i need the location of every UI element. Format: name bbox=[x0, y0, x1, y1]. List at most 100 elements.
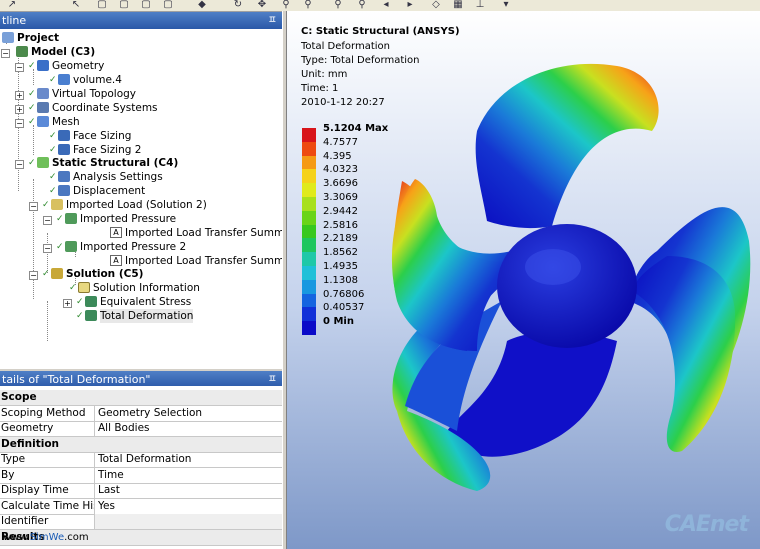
check-icon: ✓ bbox=[76, 311, 84, 321]
previous-view-icon[interactable]: ◂ bbox=[380, 0, 392, 10]
axis-icon[interactable]: ⊥ bbox=[474, 0, 486, 10]
select-body-icon[interactable]: ▢ bbox=[162, 0, 174, 10]
wireframe-icon[interactable]: ▦ bbox=[452, 0, 464, 10]
expand-icon[interactable]: + bbox=[15, 105, 24, 114]
tree-item-project[interactable]: Project bbox=[2, 31, 59, 45]
collapse-icon[interactable]: − bbox=[43, 244, 52, 253]
property-name: Scoping Method bbox=[1, 406, 95, 421]
result-icon bbox=[85, 310, 97, 321]
tree-item-imported-load[interactable]: ✓ Imported Load (Solution 2) bbox=[42, 198, 207, 212]
check-icon: ✓ bbox=[28, 103, 36, 113]
property-value[interactable]: Time bbox=[98, 468, 124, 483]
text-icon: A bbox=[110, 255, 122, 266]
mesh-icon bbox=[37, 116, 49, 127]
check-icon: ✓ bbox=[56, 242, 64, 252]
tree-item-coordinate-systems[interactable]: ✓ Coordinate Systems bbox=[28, 101, 158, 115]
details-row[interactable]: Display Time Last bbox=[0, 483, 282, 499]
pan-icon[interactable]: ✥ bbox=[256, 0, 268, 10]
tree-item-equivalent-stress[interactable]: ✓ Equivalent Stress bbox=[76, 295, 191, 309]
details-row[interactable]: Scoping Method Geometry Selection bbox=[0, 406, 282, 422]
tree-item-static-structural[interactable]: ✓ Static Structural (C4) bbox=[28, 156, 178, 170]
check-icon: ✓ bbox=[42, 200, 50, 210]
details-group-definition[interactable]: Definition bbox=[0, 437, 282, 453]
project-icon bbox=[2, 32, 14, 43]
tree-item-displacement[interactable]: ✓ Displacement bbox=[49, 184, 145, 198]
zoom-box-icon[interactable]: ⚲ bbox=[302, 0, 314, 10]
collapse-icon[interactable]: − bbox=[15, 160, 24, 169]
details-row[interactable]: Identifier bbox=[0, 514, 282, 530]
group-label: Scope bbox=[1, 391, 37, 403]
collapse-icon[interactable]: − bbox=[15, 119, 24, 128]
cube-icon[interactable]: ◆ bbox=[196, 0, 208, 10]
folder-icon bbox=[51, 199, 63, 210]
tree-item-face-sizing-2[interactable]: ✓ Face Sizing 2 bbox=[49, 143, 141, 157]
tree-item-total-deformation[interactable]: ✓ Total Deformation bbox=[76, 309, 194, 323]
zoom-icon[interactable]: ⚲ bbox=[280, 0, 292, 10]
caenet-logo: CAEnet bbox=[664, 512, 749, 537]
expand-icon[interactable]: + bbox=[63, 299, 72, 308]
select-vertex-icon[interactable]: ▢ bbox=[140, 0, 152, 10]
tree-item-model[interactable]: Model (C3) bbox=[16, 45, 95, 59]
tree-item-transfer-summary-2[interactable]: AImported Load Transfer Summary bbox=[110, 254, 282, 268]
property-name: By bbox=[1, 468, 95, 483]
check-icon: ✓ bbox=[28, 117, 36, 127]
details-grid: Scope Scoping Method Geometry Selection … bbox=[0, 386, 282, 549]
collapse-icon[interactable]: − bbox=[15, 63, 24, 72]
zoom-fit-icon[interactable]: ⚲ bbox=[332, 0, 344, 10]
dropdown-icon[interactable]: ▾ bbox=[500, 0, 512, 10]
check-icon: ✓ bbox=[49, 75, 57, 85]
details-row[interactable]: Calculate Time History Yes bbox=[0, 499, 282, 515]
tree-item-mesh[interactable]: ✓ Mesh bbox=[28, 115, 80, 129]
tree-item-imported-pressure[interactable]: ✓ Imported Pressure bbox=[56, 212, 176, 226]
virtual-topology-icon bbox=[37, 88, 49, 99]
tree-item-face-sizing[interactable]: ✓ Face Sizing bbox=[49, 129, 131, 143]
select-edge-icon[interactable]: ▢ bbox=[118, 0, 130, 10]
details-row[interactable]: Geometry All Bodies bbox=[0, 421, 282, 437]
model-icon bbox=[16, 46, 28, 57]
details-row[interactable]: By Time bbox=[0, 468, 282, 484]
property-name: Identifier bbox=[1, 514, 95, 529]
next-view-icon[interactable]: ▸ bbox=[404, 0, 416, 10]
collapse-icon[interactable]: − bbox=[1, 49, 10, 58]
property-value[interactable]: Yes bbox=[98, 499, 115, 514]
check-icon: ✓ bbox=[56, 214, 64, 224]
displacement-icon bbox=[58, 185, 70, 196]
propeller-model[interactable] bbox=[287, 11, 760, 549]
collapse-icon[interactable]: − bbox=[29, 202, 38, 211]
select-face-icon[interactable]: ▢ bbox=[96, 0, 108, 10]
tree-item-solution[interactable]: ✓ Solution (C5) bbox=[42, 267, 143, 281]
check-icon: ✓ bbox=[28, 89, 36, 99]
pointer-icon[interactable]: ↗ bbox=[6, 0, 18, 10]
axes-icon bbox=[37, 102, 49, 113]
magnifier-icon[interactable]: ⚲ bbox=[356, 0, 368, 10]
tree-item-solution-information[interactable]: ✓ Solution Information bbox=[69, 281, 200, 295]
graphics-viewport[interactable]: C: Static Structural (ANSYS) Total Defor… bbox=[287, 11, 760, 549]
tree-item-transfer-summary[interactable]: AImported Load Transfer Summary bbox=[110, 226, 282, 240]
property-value[interactable]: Last bbox=[98, 483, 120, 498]
pin-icon[interactable]: ㅍ bbox=[268, 12, 277, 29]
tree-item-analysis-settings[interactable]: ✓ Analysis Settings bbox=[49, 170, 163, 184]
property-value[interactable]: Geometry Selection bbox=[98, 406, 202, 421]
property-value[interactable]: All Bodies bbox=[98, 421, 150, 436]
check-icon: ✓ bbox=[76, 297, 84, 307]
collapse-icon[interactable]: − bbox=[29, 271, 38, 280]
rotate-icon[interactable]: ↻ bbox=[232, 0, 244, 10]
isometric-icon[interactable]: ◇ bbox=[430, 0, 442, 10]
tree-item-geometry[interactable]: ✓ Geometry bbox=[28, 59, 104, 73]
expand-icon[interactable]: + bbox=[15, 91, 24, 100]
pressure-icon bbox=[65, 213, 77, 224]
geometry-icon bbox=[37, 60, 49, 71]
settings-icon bbox=[58, 171, 70, 182]
check-icon: ✓ bbox=[49, 186, 57, 196]
details-group-scope[interactable]: Scope bbox=[0, 390, 282, 406]
details-row[interactable]: Type Total Deformation bbox=[0, 452, 282, 468]
collapse-icon[interactable]: − bbox=[43, 216, 52, 225]
select-mode-icon[interactable]: ↖ bbox=[70, 0, 82, 10]
property-value[interactable]: Total Deformation bbox=[98, 452, 191, 467]
tree-item-virtual-topology[interactable]: ✓ Virtual Topology bbox=[28, 87, 136, 101]
tree-item-volume[interactable]: ✓ volume.4 bbox=[49, 73, 122, 87]
tree-item-imported-pressure-2[interactable]: ✓ Imported Pressure 2 bbox=[56, 240, 186, 254]
outline-header: tline ㅍ bbox=[0, 12, 282, 29]
property-name: Calculate Time History bbox=[1, 499, 95, 514]
property-value-empty[interactable] bbox=[95, 514, 282, 529]
